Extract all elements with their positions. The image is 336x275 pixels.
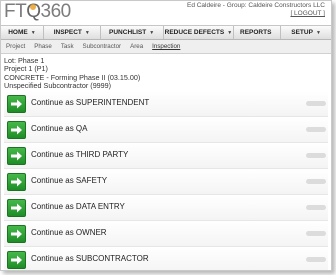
role-row-third-party[interactable]: Continue as THIRD PARTY [4,143,328,169]
row-indicator [306,101,326,106]
breadcrumb-area[interactable]: Area [130,43,143,50]
row-indicator [306,179,326,184]
right-arrow-icon[interactable] [7,147,26,165]
row-indicator [306,231,326,236]
nav-home[interactable]: HOME ▼ [1,26,44,39]
logo[interactable]: FTQ360 [4,2,71,22]
nav-setup-label: SETUP [291,29,313,36]
nav-inspect-label: INSPECT [53,29,82,36]
breadcrumb-project[interactable]: Project [6,43,25,50]
right-arrow-icon[interactable] [7,199,26,217]
row-indicator [306,127,326,132]
row-indicator [306,205,326,210]
nav-punchlist[interactable]: PUNCHLIST ▼ [101,26,164,39]
header: FTQ360 Ed Caldeire - Group: Caldeire Con… [1,1,331,23]
role-label: Continue as SUBCONTRACTOR [31,254,149,263]
row-indicator [306,153,326,158]
role-label: Continue as SUPERINTENDENT [31,98,150,107]
nav-home-label: HOME [8,29,28,36]
nav-reports[interactable]: REPORTS [234,26,282,39]
breadcrumb-task[interactable]: Task [61,43,74,50]
logout-link[interactable]: [ LOGOUT ] [290,10,325,17]
role-row-safety[interactable]: Continue as SAFETY [4,169,328,195]
nav-reports-label: REPORTS [240,29,272,36]
right-arrow-icon[interactable] [7,225,26,243]
nav-reduce-defects[interactable]: REDUCE DEFECTS ▼ [164,26,235,39]
role-label: Continue as SAFETY [31,176,108,185]
role-row-owner[interactable]: Continue as OWNER [4,221,328,247]
nav-punchlist-label: PUNCHLIST [109,29,147,36]
role-label: Continue as DATA ENTRY [31,202,125,211]
breadcrumb-inspection[interactable]: Inspection [152,43,180,50]
chevron-down-icon: ▼ [315,30,321,36]
chevron-down-icon: ▼ [84,30,90,36]
nav-setup[interactable]: SETUP ▼ [281,26,331,39]
role-label: Continue as OWNER [31,228,107,237]
right-arrow-icon[interactable] [7,251,26,269]
user-info: Ed Caldeire - Group: Caldeire Constructo… [186,2,325,9]
breadcrumb-phase[interactable]: Phase [34,43,52,50]
chevron-down-icon: ▼ [149,30,155,36]
inspection-context: Lot: Phase 1 Project 1 (P1) CONCRETE - F… [4,56,140,91]
nav-reduce-defects-label: REDUCE DEFECTS [164,29,225,36]
role-list: Continue as SUPERINTENDENT Continue as Q… [4,91,328,270]
chevron-down-icon: ▼ [30,30,36,36]
role-row-subcontractor[interactable]: Continue as SUBCONTRACTOR [4,247,328,270]
role-row-data-entry[interactable]: Continue as DATA ENTRY [4,195,328,221]
role-label: Continue as QA [31,124,88,133]
row-indicator [306,257,326,262]
right-arrow-icon[interactable] [7,95,26,113]
app-window: FTQ360 Ed Caldeire - Group: Caldeire Con… [0,0,332,271]
breadcrumb-subcontractor[interactable]: Subcontractor [83,43,122,50]
right-arrow-icon[interactable] [7,173,26,191]
main-nav: HOME ▼ INSPECT ▼ PUNCHLIST ▼ REDUCE DEFECTS… [1,25,331,40]
role-row-superintendent[interactable]: Continue as SUPERINTENDENT [4,91,328,117]
chevron-down-icon: ▼ [227,30,233,36]
breadcrumb: Project Phase Task Subcontractor Area In… [1,40,331,54]
nav-inspect[interactable]: INSPECT ▼ [44,26,101,39]
subcontractor-label: Unspecified Subcontractor (9999) [4,81,112,91]
role-row-qa[interactable]: Continue as QA [4,117,328,143]
right-arrow-icon[interactable] [7,121,26,139]
role-label: Continue as THIRD PARTY [31,150,129,159]
